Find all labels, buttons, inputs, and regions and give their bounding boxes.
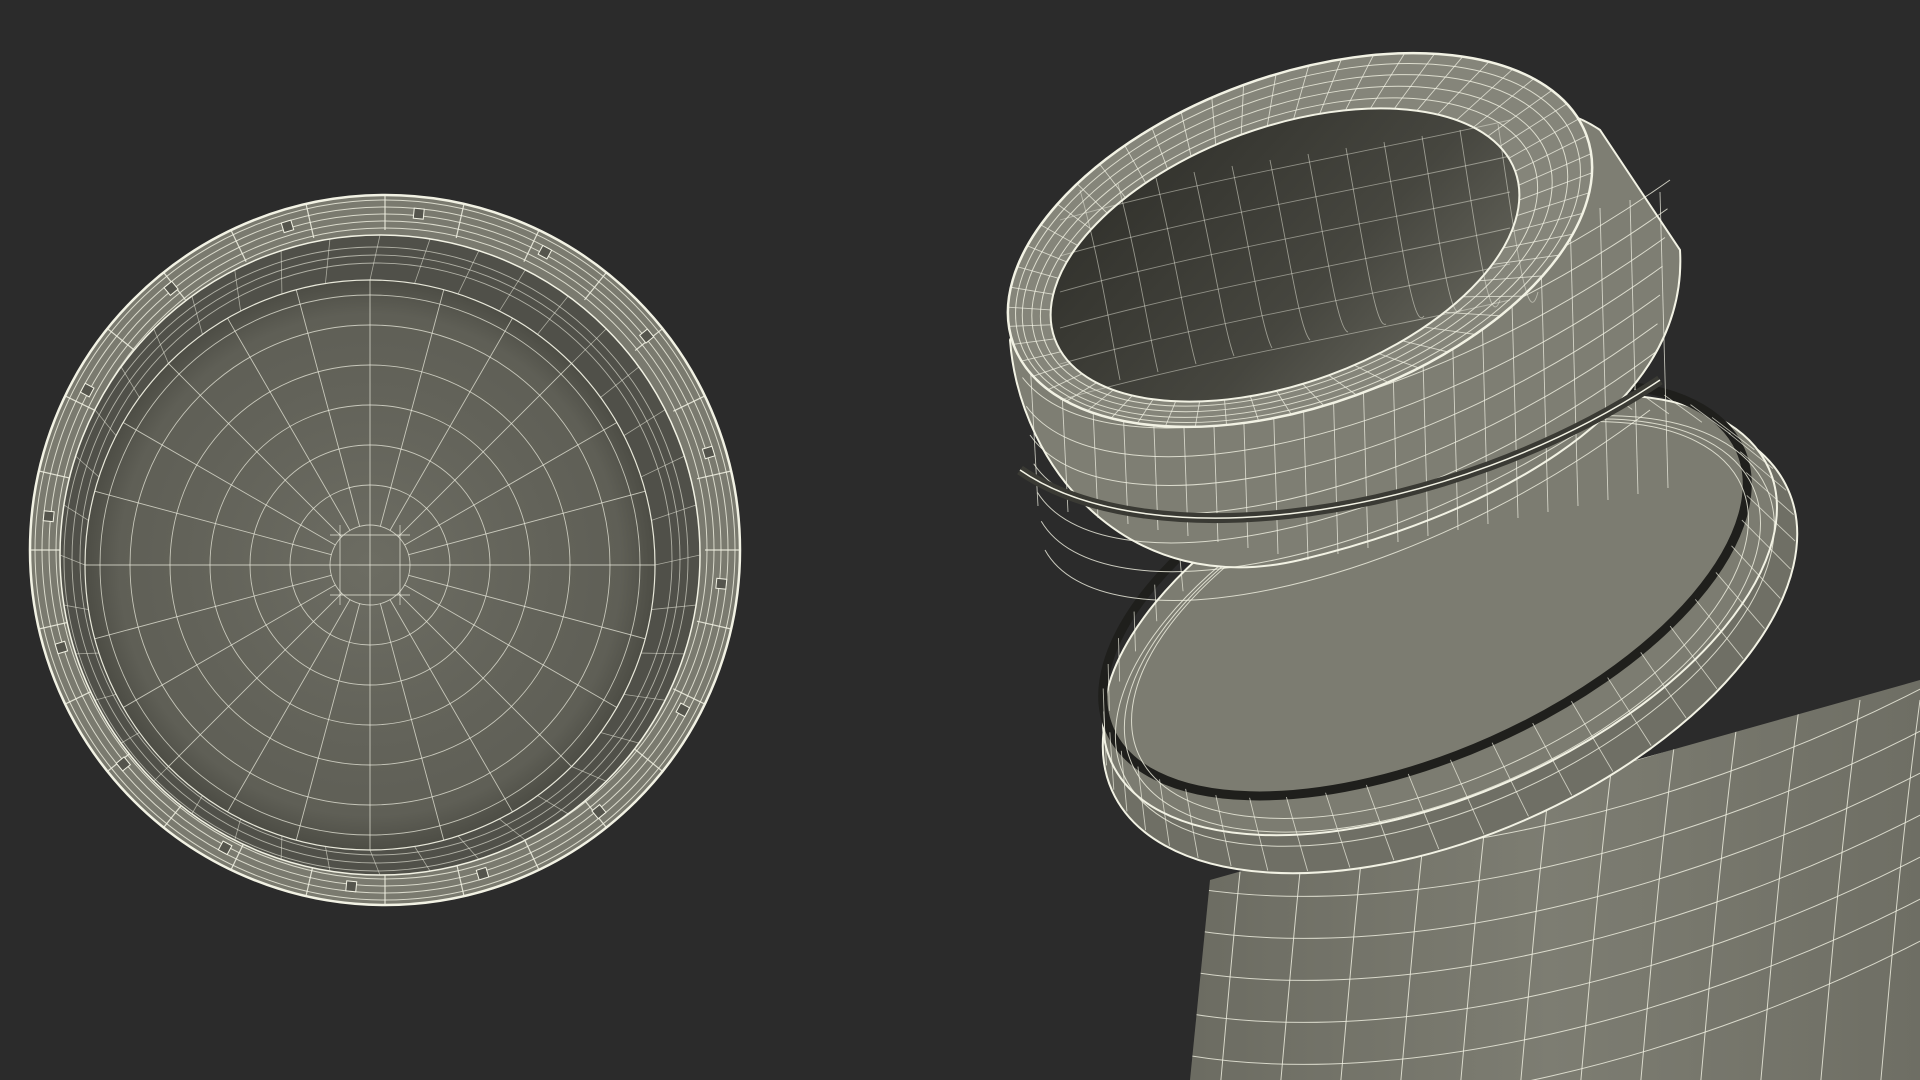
cap-notch — [345, 880, 358, 893]
cap-notch — [715, 577, 728, 590]
cap-notch — [280, 219, 295, 234]
cap-notch — [475, 866, 490, 881]
cap-notch — [412, 207, 425, 220]
lip-segment — [1462, 295, 1523, 298]
cap-notch — [42, 510, 55, 523]
cap-notch — [701, 445, 716, 460]
render-viewport — [0, 0, 1920, 1080]
cap-notch — [54, 640, 69, 655]
cap-floor-grid — [85, 280, 655, 850]
bottle-cap-wireframe — [28, 193, 742, 907]
